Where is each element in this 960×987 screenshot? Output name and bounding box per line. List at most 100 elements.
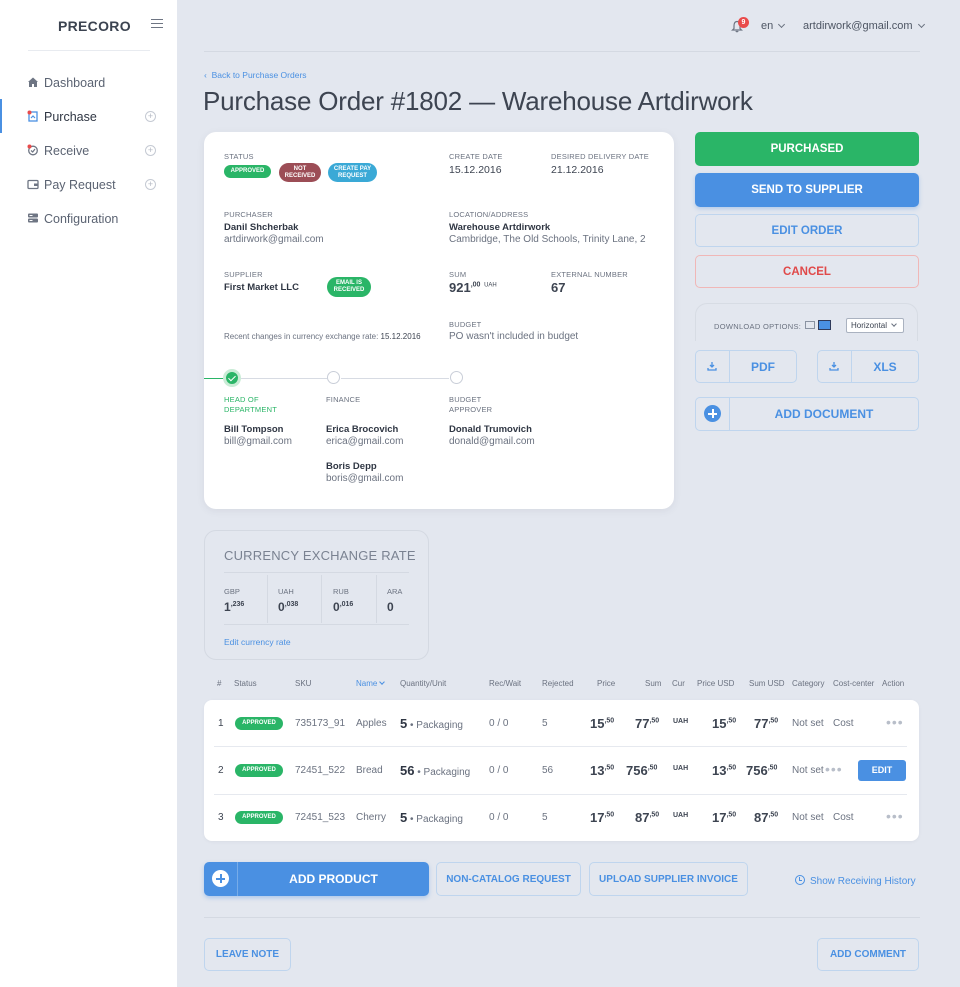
sidebar-item-pay-request[interactable]: Pay Request + xyxy=(0,172,177,198)
approval-line xyxy=(241,378,327,379)
column-header[interactable]: Cur xyxy=(672,679,685,688)
category: Not set xyxy=(792,718,824,729)
approval-role: BUDGET APPROVER xyxy=(449,395,493,414)
add-purchase-icon[interactable]: + xyxy=(145,111,156,122)
rate-int: 0 xyxy=(278,600,285,614)
user-menu[interactable]: artdirwork@gmail.com xyxy=(803,20,925,32)
edit-currency-link[interactable]: Edit currency rate xyxy=(224,637,291,647)
purchased-button[interactable]: PURCHASED xyxy=(695,132,919,166)
portrait-layout-icon[interactable] xyxy=(805,321,815,329)
rate-code: GBP xyxy=(224,587,240,596)
status-label: STATUS xyxy=(224,152,254,161)
column-header-name[interactable]: Name xyxy=(356,679,386,688)
sum-currency: UAH xyxy=(484,282,497,289)
approver-email: boris@gmail.com xyxy=(326,473,404,484)
currency-title: CURRENCY EXCHANGE RATE xyxy=(224,548,416,563)
divider xyxy=(321,575,322,623)
sum-decimal: ,00 xyxy=(470,281,481,289)
more-actions-icon[interactable]: ••• xyxy=(886,808,904,824)
sidebar-item-purchase[interactable]: Purchase + xyxy=(0,104,177,130)
sum-usd-dec: ,50 xyxy=(768,811,779,819)
column-header-label: Name xyxy=(356,679,378,688)
leave-note-button[interactable]: LEAVE NOTE xyxy=(204,938,291,971)
step-pending-icon xyxy=(327,371,340,384)
column-header[interactable]: Cost-center xyxy=(833,679,874,688)
status-badge-not-received: NOT RECEIVED xyxy=(279,163,321,182)
sum-usd: 77,50 xyxy=(754,716,778,731)
price-usd: 15,50 xyxy=(712,716,736,731)
column-header[interactable]: Status xyxy=(234,679,257,688)
app-logo[interactable]: PRECORO xyxy=(58,18,131,34)
sidebar-item-configuration[interactable]: Configuration xyxy=(0,206,177,232)
upload-invoice-button[interactable]: UPLOAD SUPPLIER INVOICE xyxy=(589,862,748,896)
sku: 735173_91 xyxy=(295,718,346,729)
supplier-name[interactable]: First Market LLC xyxy=(224,282,299,293)
rate-rub: RUB 0,016 xyxy=(333,587,353,614)
orientation-select[interactable]: Horizontal xyxy=(846,318,904,333)
menu-icon[interactable] xyxy=(151,16,163,30)
column-header[interactable]: Rec/Wait xyxy=(489,679,521,688)
edit-order-button[interactable]: EDIT ORDER xyxy=(695,214,919,247)
create-pay-request-badge[interactable]: CREATE PAY REQUEST xyxy=(328,163,377,182)
sum-dec: ,50 xyxy=(649,717,660,725)
add-comment-button[interactable]: ADD COMMENT xyxy=(817,938,919,971)
location-label: LOCATION/ADDRESS xyxy=(449,210,529,219)
rec-wait: 0 / 0 xyxy=(489,765,509,776)
approval-line xyxy=(341,378,449,379)
sum-label: SUM xyxy=(449,270,467,279)
more-actions-icon[interactable]: ••• xyxy=(886,714,904,730)
status-badge: APPROVED xyxy=(235,717,283,730)
product-name[interactable]: Cherry xyxy=(356,812,386,823)
quantity: 5 • Packaging xyxy=(400,810,463,825)
sum: 756,50 xyxy=(626,763,657,778)
cancel-button[interactable]: CANCEL xyxy=(695,255,919,288)
xls-label: XLS xyxy=(873,359,897,374)
add-receive-icon[interactable]: + xyxy=(145,145,156,156)
sidebar-item-dashboard[interactable]: Dashboard xyxy=(0,70,177,96)
sum-dec: ,50 xyxy=(649,811,660,819)
column-header[interactable]: Sum USD xyxy=(749,679,785,688)
price-usd-dec: ,50 xyxy=(726,764,737,772)
column-header[interactable]: Sum xyxy=(645,679,661,688)
download-options-label: DOWNLOAD OPTIONS: xyxy=(714,322,802,331)
price: 17,50 xyxy=(590,810,614,825)
back-link[interactable]: ‹ Back to Purchase Orders xyxy=(204,70,307,80)
xls-button[interactable]: XLS xyxy=(817,350,919,383)
sidebar-item-receive[interactable]: Receive + xyxy=(0,138,177,164)
column-header[interactable]: Price xyxy=(597,679,615,688)
column-header[interactable]: Category xyxy=(792,679,824,688)
language-selector[interactable]: en xyxy=(761,20,786,32)
approval-role: FINANCE xyxy=(326,395,361,404)
column-header[interactable]: Price USD xyxy=(697,679,734,688)
configuration-icon xyxy=(28,213,38,223)
create-date: 15.12.2016 xyxy=(449,164,502,176)
more-actions-icon[interactable]: ••• xyxy=(825,761,843,777)
add-product-button[interactable]: ADD PRODUCT xyxy=(204,862,429,896)
column-header[interactable]: SKU xyxy=(295,679,311,688)
non-catalog-request-button[interactable]: NON-CATALOG REQUEST xyxy=(436,862,581,896)
sidebar: PRECORO Dashboard Purchase + Receive + P… xyxy=(0,0,177,987)
chevron-down-icon xyxy=(778,20,786,29)
approver-name: Erica Brocovich xyxy=(326,424,399,435)
landscape-layout-icon[interactable] xyxy=(818,320,831,330)
language-label: en xyxy=(761,20,774,32)
sum-int: 87 xyxy=(635,810,650,825)
add-document-button[interactable]: ADD DOCUMENT xyxy=(695,397,919,431)
edit-row-button[interactable]: EDIT xyxy=(858,760,906,781)
send-to-supplier-button[interactable]: SEND TO SUPPLIER xyxy=(695,173,919,207)
product-name[interactable]: Apples xyxy=(356,718,387,729)
add-pay-request-icon[interactable]: + xyxy=(145,179,156,190)
rate-int: 0 xyxy=(333,600,340,614)
rate-ara: ARA 0 xyxy=(387,587,402,614)
product-name[interactable]: Bread xyxy=(356,765,383,776)
receiving-history-link[interactable]: Show Receiving History xyxy=(795,874,916,887)
approver-name: Bill Tompson xyxy=(224,424,284,435)
column-header[interactable]: Quantity/Unit xyxy=(400,679,446,688)
pdf-button[interactable]: PDF xyxy=(695,350,797,383)
rate-dec: ,016 xyxy=(339,601,354,608)
rate-dec: ,038 xyxy=(284,601,299,608)
column-header[interactable]: Rejected xyxy=(542,679,574,688)
price-usd-dec: ,50 xyxy=(726,811,737,819)
sum-usd-dec: ,50 xyxy=(767,764,778,772)
sum-usd: 87,50 xyxy=(754,810,778,825)
